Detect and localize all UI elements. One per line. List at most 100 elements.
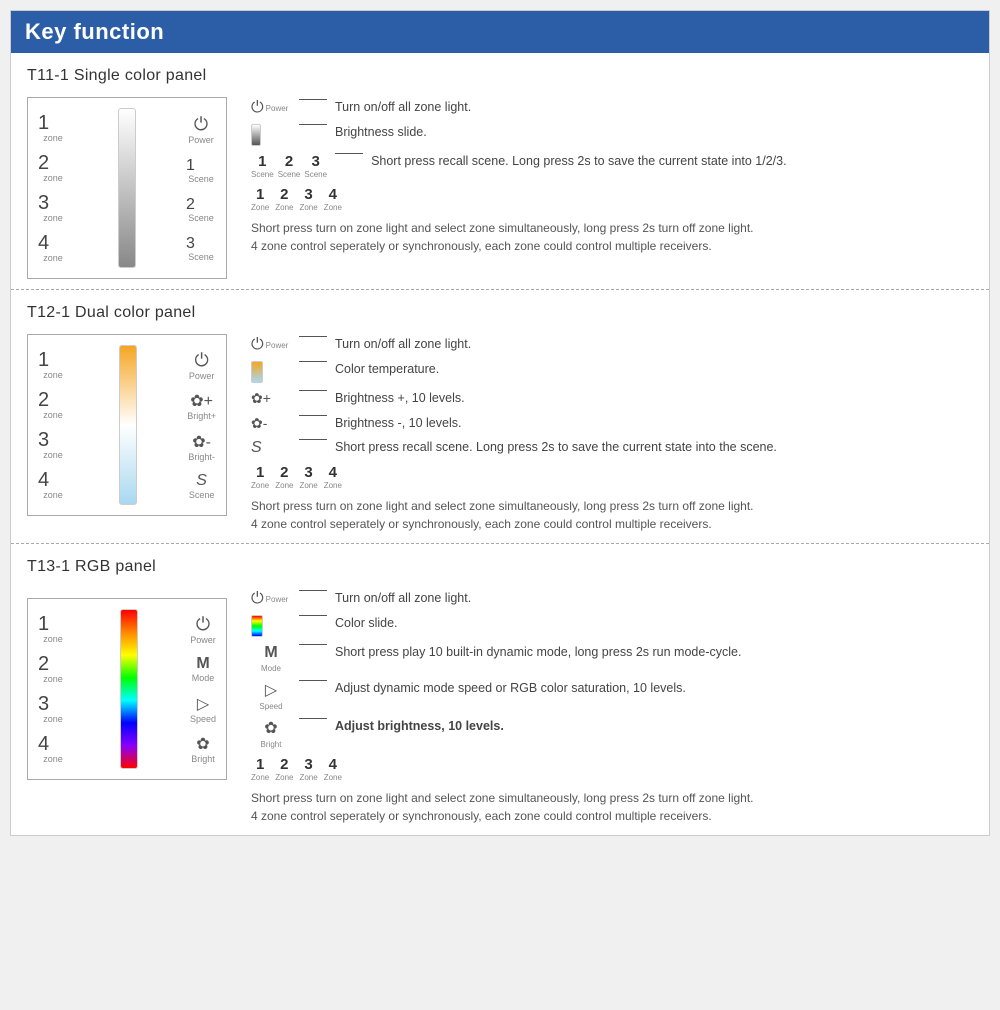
desc-col-t13: ⏻ Power Turn on/off all zone light. Colo… [251,588,973,825]
left-zones-t11: 1 zone 2 zone 3 zone 4 z [38,108,74,268]
note-t11: Short press turn on zone light and selec… [251,219,973,255]
panel-main-t11: 1 zone 2 zone 3 zone 4 z [38,108,216,268]
desc-speed-t13: ▷ Speed Adjust dynamic mode speed or RGB… [251,680,973,711]
bright-minus-btn-t12: ✿- Bright- [187,432,216,462]
desc-power-t13: ⏻ Power Turn on/off all zone light. [251,590,973,608]
speed-sym-t13: ▷ [265,680,277,700]
section-content-t12: 1 zone 2 zone 3 zone 4 z [27,334,973,533]
s-icon-t12: S [196,472,207,490]
colorslide-desc-icon-t13 [251,615,291,637]
bright-sym-t13: ✿ [264,718,277,738]
left-zones-t13: 1 zone 2 zone 3 zone 4 z [38,609,74,769]
desc-power-t11: ⏻ Power Turn on/off all zone light. [251,99,973,117]
desc-colortemp-t12: Color temperature. [251,361,973,383]
zone-3-t13: 3 zone [38,694,68,724]
m-icon-t13: M [196,655,209,673]
zone-2-t13: 2 zone [38,654,68,684]
power-desc-icon-t13: ⏻ Power [251,590,291,608]
right-btns-t13: ⏻ Power M Mode ▷ Speed ✿ [184,609,216,769]
bright-icon-t13: ✿ [196,734,209,754]
panel-box-t13: 1 zone 2 zone 3 zone 4 z [27,598,227,780]
desc-power-t12: ⏻ Power Turn on/off all zone light. [251,336,973,354]
dash-t11-3 [335,153,363,154]
desc-text-speed-t13: Adjust dynamic mode speed or RGB color s… [335,680,686,698]
desc-text-power-t13: Turn on/off all zone light. [335,590,471,608]
zone-nums-t11: 1 Zone 2 Zone 3 Zone 4 Z [251,186,342,212]
section-title-t12: T12-1 Dual color panel [27,304,973,322]
power-icon-t12: ⏻ [194,350,208,371]
zone-4-t11: 4 zone [38,233,68,263]
zone-1-t12: 1 zone [38,350,68,380]
section-content-t13: 1 zone 2 zone 3 zone 4 z [27,588,973,825]
desc-zone-t13: 1 Zone 2 Zone 3 Zone 4 Z [251,756,973,782]
power-icon-t11: ⏻ [194,114,208,135]
power-sym-t11: ⏻ [251,99,264,117]
section-t11: T11-1 Single color panel 1 zone 2 zone [11,53,989,290]
bright-plus-icon-t12: ✿+ [190,391,213,411]
zone-3-t12: 3 zone [38,430,68,460]
bright-desc-t13: ✿ Bright [251,718,291,749]
zone-4-t12: 4 zone [38,470,68,500]
brightness-slider-t11 [118,108,136,268]
panel-main-t12: 1 zone 2 zone 3 zone 4 z [38,345,216,505]
zone-3-t11: 3 zone [38,193,68,223]
desc-text-brightness-t11: Brightness slide. [335,124,427,142]
desc-col-t11: ⏻ Power Turn on/off all zone light. Brig… [251,97,973,255]
speed-desc-t13: ▷ Speed [251,680,291,711]
desc-text-power-t12: Turn on/off all zone light. [335,336,471,354]
slider-t12 [74,345,181,505]
zone-2-t12: 2 zone [38,390,68,420]
power-sym-t12: ⏻ [251,336,264,354]
dash-t11-1 [299,99,327,100]
bright-minus-icon-t12: ✿- [192,432,211,452]
bright-plus-desc-t12: ✿+ [251,390,291,407]
desc-text-bright-plus-t12: Brightness +, 10 levels. [335,390,465,408]
desc-zone-t12: 1 Zone 2 Zone 3 Zone 4 Z [251,464,973,490]
power-btn-t12: ⏻ Power [187,350,216,381]
zone-1-t11: 1 zone [38,113,68,143]
desc-zone-t11: 1 Zone 2 Zone 3 Zone 4 Z [251,186,973,212]
desc-bright-t13: ✿ Bright Adjust brightness, 10 levels. [251,718,973,749]
panel-box-t11: 1 zone 2 zone 3 zone 4 z [27,97,227,279]
rgb-slide-icon-t13 [251,615,263,637]
section-content-t11: 1 zone 2 zone 3 zone 4 z [27,97,973,279]
desc-text-s-t12: Short press recall scene. Long press 2s … [335,439,777,457]
bright-minus-desc-t12: ✿- [251,415,291,432]
desc-text-mode-t13: Short press play 10 built-in dynamic mod… [335,644,741,662]
desc-s-scene-t12: S Short press recall scene. Long press 2… [251,439,973,457]
zone-4-t13: 4 zone [38,734,68,764]
color-temp-slider-t12 [119,345,137,505]
dash-t11-2 [299,124,327,125]
brightness-desc-icon-t11 [251,124,291,146]
note-t12: Short press turn on zone light and selec… [251,497,973,533]
section-t12: T12-1 Dual color panel 1 zone 2 zone [11,290,989,544]
scene1-btn-t11: 1 Scene [186,158,216,184]
desc-text-bright-minus-t12: Brightness -, 10 levels. [335,415,461,433]
desc-bright-plus-t12: ✿+ Brightness +, 10 levels. [251,390,973,408]
scene-s-btn-t12: S Scene [187,472,216,500]
desc-text-colorslide-t13: Color slide. [335,615,398,633]
zone-nums-t12: 1 Zone 2 Zone 3 Zone 4 Z [251,464,342,490]
power-sym-t13: ⏻ [251,590,264,608]
desc-text-power-t11: Turn on/off all zone light. [335,99,471,117]
panel-box-t12: 1 zone 2 zone 3 zone 4 z [27,334,227,516]
header: Key function [11,11,989,53]
zone-nums-t13: 1 Zone 2 Zone 3 Zone 4 Z [251,756,342,782]
page: Key function T11-1 Single color panel 1 … [10,10,990,836]
scene-nums-t11: 1 Scene 2 Scene 3 Scene [251,153,327,179]
rgb-slider-t13 [120,609,138,769]
page-title: Key function [25,19,975,45]
slider-t11 [74,108,180,268]
s-sym-t12: S [251,439,262,457]
desc-brightness-t11: Brightness slide. [251,124,973,146]
colortemp-desc-icon-t12 [251,361,291,383]
bright-btn-t13: ✿ Bright [190,734,216,764]
desc-col-t12: ⏻ Power Turn on/off all zone light. Colo… [251,334,973,533]
section-t13: T13-1 RGB panel 1 zone 2 zone [11,544,989,835]
power-icon-t13: ⏻ [196,614,210,635]
desc-text-colortemp-t12: Color temperature. [335,361,439,379]
right-btns-t12: ⏻ Power ✿+ Bright+ ✿- Bright- S [181,345,216,505]
left-zones-t12: 1 zone 2 zone 3 zone 4 z [38,345,74,505]
scene2-btn-t11: 2 Scene [186,197,216,223]
section-title-t11: T11-1 Single color panel [27,67,973,85]
